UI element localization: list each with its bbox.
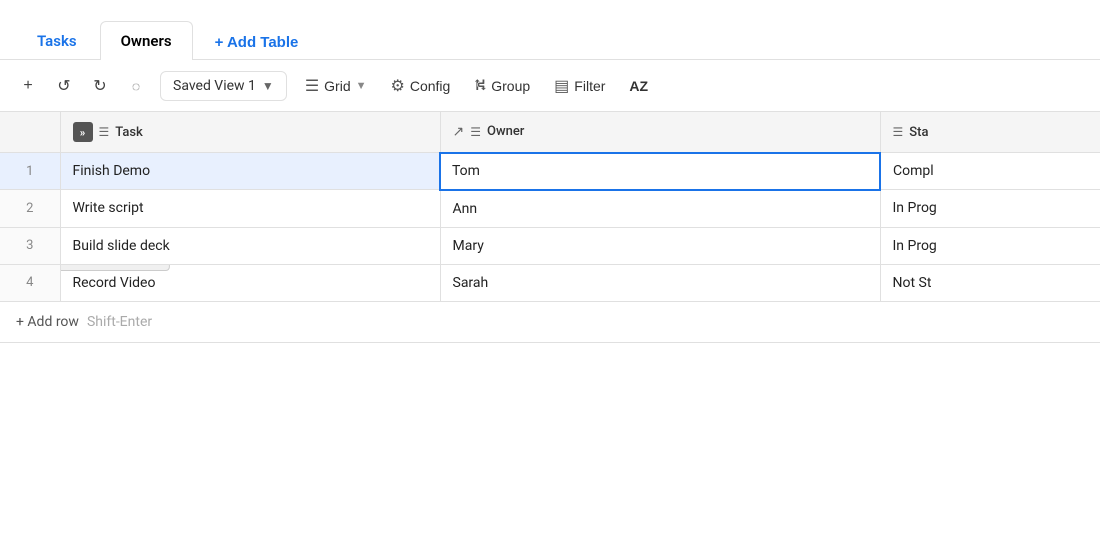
- add-row-button[interactable]: + Add row Shift-Enter: [0, 302, 1100, 343]
- status-cell: In Prog: [880, 227, 1100, 264]
- filter-icon: ▤: [554, 76, 569, 96]
- table-row[interactable]: 3Build slide deckMaryIn Prog: [0, 227, 1100, 264]
- sort-label: AZ: [629, 78, 648, 94]
- group-icon: ⛕: [474, 76, 486, 96]
- data-grid: » ☰ Task ↗ ☰ Owner ☰ Sta: [0, 112, 1100, 343]
- table-row[interactable]: 4Record VideoBuild slide deckSarahNot St: [0, 264, 1100, 301]
- owner-col-menu-icon: ☰: [470, 125, 481, 139]
- row-num-cell: 4: [0, 264, 60, 301]
- table-header: » ☰ Task ↗ ☰ Owner ☰ Sta: [0, 112, 1100, 153]
- row-num-cell: 1: [0, 153, 60, 190]
- status-col-menu-icon: ☰: [893, 125, 904, 139]
- grid-view-button[interactable]: ☰ Grid ▼: [295, 70, 377, 102]
- group-button[interactable]: ⛕ Group: [464, 70, 540, 102]
- history-button[interactable]: ◌: [120, 70, 152, 102]
- row-num-cell: 2: [0, 190, 60, 228]
- col-header-status-label: Sta: [909, 125, 928, 140]
- saved-view-chevron-icon: ▼: [262, 79, 274, 93]
- status-cell: Not St: [880, 264, 1100, 301]
- owner-cell[interactable]: Mary: [440, 227, 880, 264]
- owner-cell[interactable]: Sarah: [440, 264, 880, 301]
- table-body: 1Finish DemoTomCompl2Write scriptAnnIn P…: [0, 153, 1100, 302]
- filter-button[interactable]: ▤ Filter: [544, 70, 615, 102]
- saved-view-label: Saved View 1: [173, 78, 256, 94]
- expand-icon[interactable]: »: [73, 122, 93, 142]
- task-cell[interactable]: Build slide deck: [60, 227, 440, 264]
- config-button[interactable]: ⚙ Config: [381, 70, 461, 102]
- table: » ☰ Task ↗ ☰ Owner ☰ Sta: [0, 112, 1100, 302]
- tab-owners[interactable]: Owners: [100, 21, 193, 60]
- grid-icon: ☰: [305, 76, 319, 96]
- group-label: Group: [491, 78, 530, 94]
- task-cell[interactable]: Finish Demo: [60, 153, 440, 190]
- owner-cell[interactable]: Ann: [440, 190, 880, 228]
- add-table-button[interactable]: + Add Table: [199, 26, 315, 59]
- status-cell: Compl: [880, 153, 1100, 190]
- col-header-owner[interactable]: ↗ ☰ Owner: [440, 112, 880, 153]
- add-row-shortcut: Shift-Enter: [87, 314, 152, 330]
- table-row[interactable]: 1Finish DemoTomCompl: [0, 153, 1100, 190]
- toolbar: + ↺ ↻ ◌ Saved View 1 ▼ ☰ Grid ▼ ⚙ Config…: [0, 60, 1100, 112]
- undo-button[interactable]: ↺: [48, 70, 80, 102]
- task-col-menu-icon: ☰: [99, 125, 110, 139]
- col-header-rownum: [0, 112, 60, 153]
- col-header-owner-label: Owner: [487, 124, 524, 139]
- saved-view-dropdown[interactable]: Saved View 1 ▼: [160, 71, 287, 101]
- config-label: Config: [410, 78, 450, 94]
- tab-tasks[interactable]: Tasks: [16, 21, 98, 60]
- redo-button[interactable]: ↻: [84, 70, 116, 102]
- filter-label: Filter: [574, 78, 605, 94]
- grid-label: Grid: [324, 78, 350, 94]
- task-cell[interactable]: Record VideoBuild slide deck: [60, 264, 440, 301]
- col-header-task[interactable]: » ☰ Task: [60, 112, 440, 153]
- col-header-task-label: Task: [115, 125, 143, 140]
- row-num-cell: 3: [0, 227, 60, 264]
- col-header-status[interactable]: ☰ Sta: [880, 112, 1100, 153]
- table-row[interactable]: 2Write scriptAnnIn Prog: [0, 190, 1100, 228]
- add-button[interactable]: +: [12, 70, 44, 102]
- task-cell[interactable]: Write script: [60, 190, 440, 228]
- owner-link-icon: ↗: [453, 124, 465, 140]
- config-icon: ⚙: [391, 76, 405, 96]
- tab-bar: Tasks Owners + Add Table: [0, 0, 1100, 60]
- owner-cell[interactable]: Tom: [440, 153, 880, 190]
- sort-button[interactable]: AZ: [619, 72, 658, 100]
- status-cell: In Prog: [880, 190, 1100, 228]
- add-row-label: + Add row: [16, 314, 79, 330]
- cell-tooltip: Build slide deck: [60, 264, 170, 271]
- grid-chevron-icon: ▼: [356, 80, 367, 92]
